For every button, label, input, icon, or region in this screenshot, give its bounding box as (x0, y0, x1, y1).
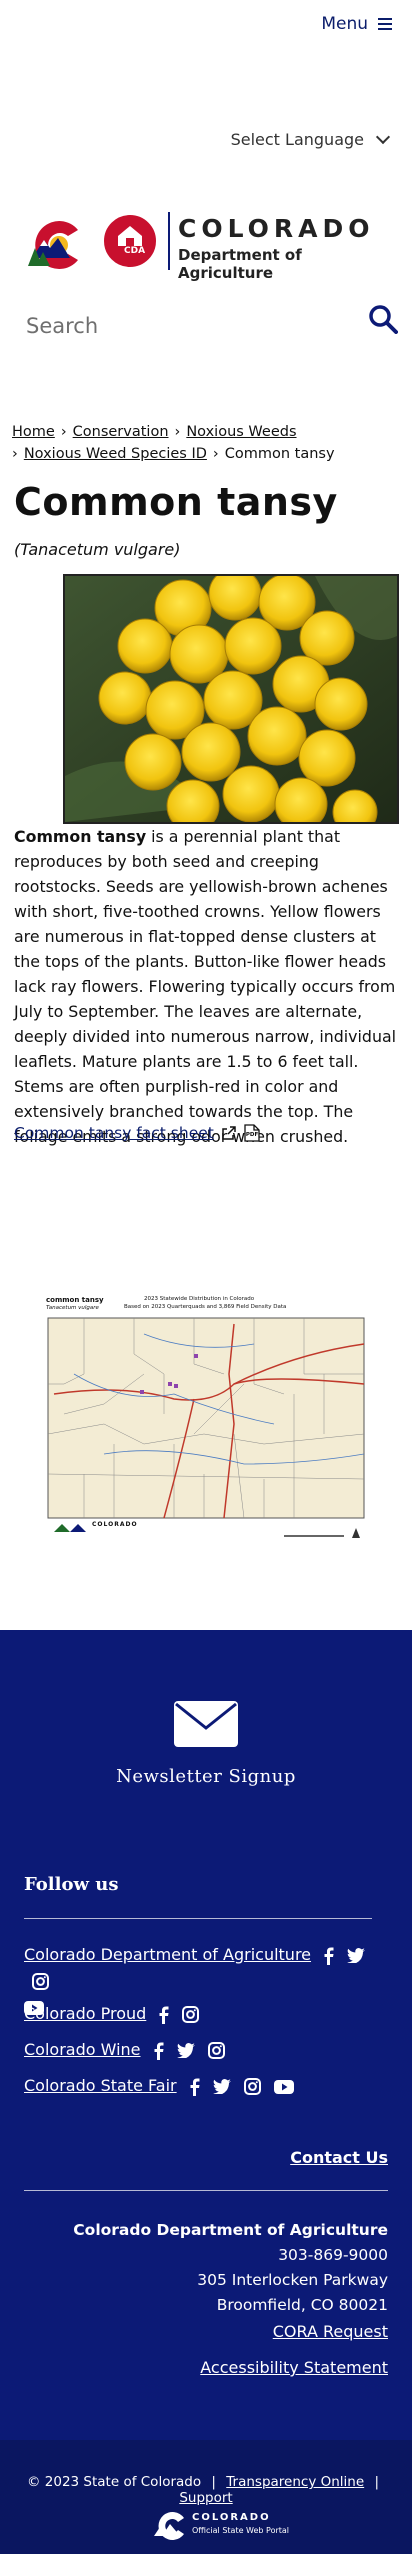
portal-title: COLORADO (192, 2512, 271, 2523)
org-name: Colorado Department of Agriculture (73, 2221, 388, 2239)
hamburger-icon (378, 18, 392, 30)
newsletter-label: Newsletter Signup (116, 1766, 296, 1787)
facebook-icon[interactable] (324, 1947, 334, 1965)
bottom-bar: © 2023 State of Colorado | Transparency … (0, 2440, 412, 2554)
breadcrumb-conservation[interactable]: Conservation (73, 424, 169, 440)
fact-sheet-link[interactable]: Common tansy fact sheet (14, 1124, 214, 1142)
address-line-1: 305 Interlocken Parkway (197, 2271, 388, 2289)
page-title: Common tansy (14, 480, 338, 524)
breadcrumb-home[interactable]: Home (12, 424, 55, 440)
address-line-2: Broomfield, CO 80021 (216, 2296, 388, 2314)
breadcrumb-current: Common tansy (224, 446, 335, 462)
logo-divider (168, 212, 170, 270)
description-text: is a perennial plant that reproduces by … (14, 827, 397, 1146)
fact-sheet-row: Common tansy fact sheet PDF (14, 1124, 260, 1142)
copyright-text: © 2023 State of Colorado (26, 2474, 202, 2490)
chevron-down-icon (375, 129, 391, 145)
twitter-icon[interactable] (212, 2079, 231, 2094)
distribution-map: common tansy Tanacetum vulgare 2023 Stat… (44, 1294, 368, 1550)
instagram-icon[interactable] (32, 1973, 49, 1990)
site-footer: Newsletter Signup Follow us Colorado Dep… (0, 1630, 412, 2440)
social-row-proud: Colorado Proud (24, 2004, 200, 2024)
logo-subtitle: Department of Agriculture (178, 246, 302, 282)
transparency-link[interactable]: Transparency Online (226, 2474, 364, 2490)
breadcrumb-separator: › (212, 446, 219, 462)
contact-us-link[interactable]: Contact Us (290, 2148, 388, 2167)
common-tansy-photo (63, 574, 399, 824)
cora-request-link[interactable]: CORA Request (273, 2322, 388, 2341)
divider (24, 2190, 388, 2191)
social-row-fair: Colorado State Fair (24, 2076, 294, 2096)
search-input[interactable] (24, 310, 348, 342)
instagram-icon[interactable] (243, 2078, 261, 2095)
divider (24, 1918, 372, 1919)
tansy-flower-image (65, 576, 397, 822)
menu-label: Menu (321, 14, 368, 34)
newsletter-signup[interactable]: Newsletter Signup (0, 1700, 412, 1787)
language-select[interactable]: Select Language (230, 129, 391, 149)
cda-logo[interactable]: CDA COLORADO Department of Agriculture (26, 210, 386, 282)
contact-info: Colorado Department of Agriculture 303-8… (24, 2218, 388, 2318)
accessibility-link[interactable]: Accessibility Statement (200, 2358, 388, 2377)
legal-links: © 2023 State of Colorado | Transparency … (26, 2474, 380, 2506)
social-link-cda[interactable]: Colorado Department of Agriculture (24, 1945, 311, 1964)
social-link-fair[interactable]: Colorado State Fair (24, 2076, 177, 2095)
breadcrumb-noxious-weeds[interactable]: Noxious Weeds (186, 424, 296, 440)
envelope-icon (174, 1701, 238, 1747)
logo-title: COLORADO (178, 214, 375, 243)
cda-badge-text: CDA (124, 246, 146, 256)
social-link-wine[interactable]: Colorado Wine (24, 2040, 141, 2059)
facebook-icon[interactable] (190, 2078, 200, 2096)
colorado-c-icon (154, 2512, 184, 2540)
follow-heading: Follow us (24, 1874, 119, 1895)
colorado-county-map (47, 1317, 365, 1548)
breadcrumb-separator: › (60, 424, 67, 440)
map-heading-2: Based on 2023 Quarterquads and 3,869 Fie… (124, 1304, 287, 1310)
map-logo-text: COLORADO (92, 1521, 138, 1528)
breadcrumb: Home › Conservation › Noxious Weeds › Noxious… (12, 421, 402, 465)
map-title: common tansy (46, 1296, 104, 1304)
language-select-label: Select Language (230, 130, 364, 149)
search-icon[interactable] (368, 304, 398, 334)
support-link[interactable]: Support (179, 2490, 232, 2506)
search-bar (0, 300, 412, 350)
portal-subtitle: Official State Web Portal (192, 2526, 290, 2535)
social-link-proud[interactable]: Colorado Proud (24, 2004, 146, 2023)
instagram-icon[interactable] (182, 2006, 200, 2023)
pdf-icon: PDF (244, 1124, 260, 1142)
description-lead: Common tansy (14, 827, 147, 846)
twitter-icon[interactable] (347, 1948, 366, 1963)
instagram-icon[interactable] (207, 2042, 225, 2059)
breadcrumb-separator: › (174, 424, 181, 440)
breadcrumb-species-id[interactable]: Noxious Weed Species ID (24, 446, 207, 462)
social-row-wine: Colorado Wine (24, 2040, 225, 2060)
facebook-icon[interactable] (159, 2006, 169, 2024)
external-link-icon (222, 1126, 236, 1140)
state-portal-logo[interactable]: COLORADO Official State Web Portal (152, 2510, 292, 2542)
facebook-icon[interactable] (154, 2042, 164, 2060)
twitter-icon[interactable] (176, 2043, 195, 2058)
phone-number: 303-869-9000 (278, 2246, 388, 2264)
menu-button[interactable]: Menu (321, 14, 392, 34)
youtube-icon[interactable] (273, 2079, 294, 2094)
scientific-name: (Tanacetum vulgare) (14, 540, 181, 559)
breadcrumb-separator: › (12, 446, 18, 462)
map-subtitle: Tanacetum vulgare (46, 1305, 99, 1311)
map-heading-1: 2023 Statewide Distribution in Colorado (144, 1296, 255, 1302)
species-description: Common tansy is a perennial plant that r… (14, 824, 398, 1149)
